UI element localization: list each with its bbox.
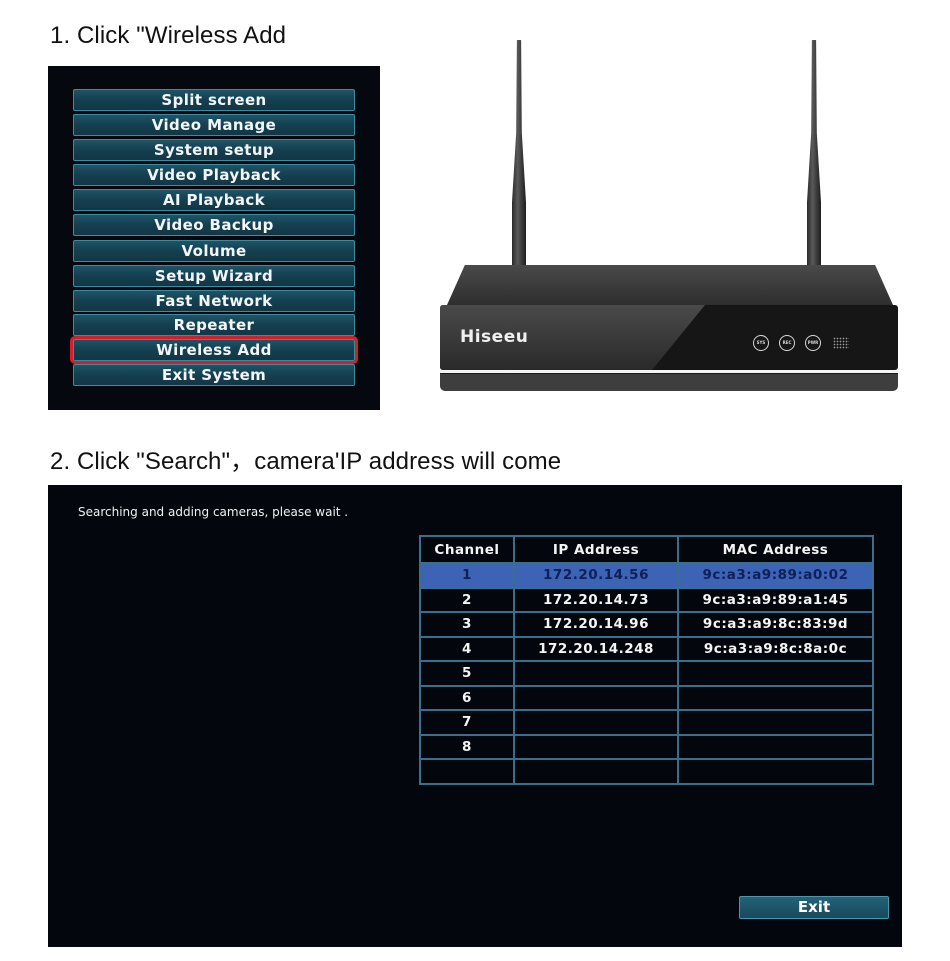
cell-channel: 2 [419,586,515,613]
cell-mac: 9c:a3:a9:8c:83:9d [677,611,874,638]
cell-ip: 172.20.14.248 [513,635,679,662]
step-1-title: 1. Click "Wireless Add [50,22,287,49]
menu-item-wireless-add[interactable]: Wireless Add [70,336,358,364]
table-row[interactable]: 1 172.20.14.56 9c:a3:a9:89:a0:02 [419,562,874,589]
cell-channel [419,758,515,785]
column-header-ip: IP Address [513,535,679,564]
nvr-device-illustration: Hiseeu SYS REC PWR [435,40,905,400]
device-front-panel: Hiseeu SYS REC PWR [440,305,898,370]
menu-item-video-manage[interactable]: Video Manage [73,114,355,136]
cell-ip [513,684,679,711]
cell-channel: 1 [419,562,515,589]
rec-indicator-icon: REC [779,335,795,351]
table-row[interactable]: 4 172.20.14.248 9c:a3:a9:8c:8a:0c [419,635,874,662]
wireless-search-screen: Searching and adding cameras, please wai… [48,485,902,947]
step-2-title: 2. Click "Search"，camera'IP address will… [50,448,562,475]
column-header-channel: Channel [419,535,515,564]
cell-mac [677,758,874,785]
menu-item-setup-wizard[interactable]: Setup Wizard [73,265,355,287]
antenna-right [807,40,821,272]
cell-mac: 9c:a3:a9:89:a0:02 [677,562,874,589]
antenna-left [512,40,526,272]
camera-table: Channel IP Address MAC Address 1 172.20.… [419,535,874,785]
table-header-row: Channel IP Address MAC Address [419,535,874,564]
menu-item-exit-system[interactable]: Exit System [73,364,355,386]
table-row[interactable]: 5 [419,660,874,687]
cell-channel: 4 [419,635,515,662]
device-base [440,373,898,391]
cell-mac [677,733,874,760]
cell-mac: 9c:a3:a9:8c:8a:0c [677,635,874,662]
menu-item-split-screen[interactable]: Split screen [73,89,355,111]
cell-channel: 3 [419,611,515,638]
cell-ip [513,660,679,687]
device-top-cover [447,265,893,305]
cell-channel: 7 [419,709,515,736]
table-row[interactable]: 6 [419,684,874,711]
column-header-mac: MAC Address [677,535,874,564]
main-menu-panel: Split screen Video Manage System setup V… [48,66,380,410]
pwr-indicator-icon: PWR [805,335,821,351]
table-row[interactable]: 3 172.20.14.96 9c:a3:a9:8c:83:9d [419,611,874,638]
cell-channel: 5 [419,660,515,687]
table-row[interactable]: 2 172.20.14.73 9c:a3:a9:89:a1:45 [419,586,874,613]
menu-item-system-setup[interactable]: System setup [73,139,355,161]
menu-item-fast-network[interactable]: Fast Network [73,290,355,312]
table-row[interactable]: 7 [419,709,874,736]
cell-ip [513,758,679,785]
table-row[interactable] [419,758,874,785]
cell-channel: 8 [419,733,515,760]
cell-mac [677,684,874,711]
cell-mac [677,709,874,736]
cell-mac: 9c:a3:a9:89:a1:45 [677,586,874,613]
cell-ip [513,733,679,760]
cell-ip: 172.20.14.56 [513,562,679,589]
search-status-text: Searching and adding cameras, please wai… [78,505,349,519]
exit-button[interactable]: Exit [739,896,889,919]
menu-item-volume[interactable]: Volume [73,240,355,262]
cell-mac [677,660,874,687]
cell-channel: 6 [419,684,515,711]
sys-indicator-icon: SYS [753,335,769,351]
table-row[interactable]: 8 [419,733,874,760]
cell-ip: 172.20.14.73 [513,586,679,613]
menu-item-video-backup[interactable]: Video Backup [73,214,355,236]
cell-ip: 172.20.14.96 [513,611,679,638]
speaker-grille-icon [833,337,849,349]
menu-item-video-playback[interactable]: Video Playback [73,164,355,186]
cell-ip [513,709,679,736]
brand-logo: Hiseeu [460,327,529,347]
menu-item-ai-playback[interactable]: AI Playback [73,189,355,211]
menu-item-repeater[interactable]: Repeater [73,314,355,336]
